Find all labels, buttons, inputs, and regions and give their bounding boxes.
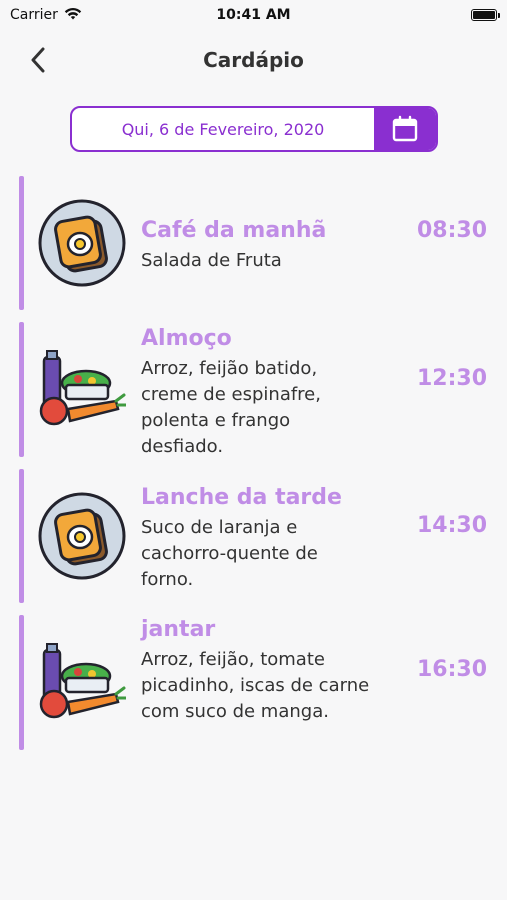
- meal-title: Almoço: [141, 326, 232, 351]
- groceries-icon: [37, 637, 127, 727]
- back-button[interactable]: [22, 44, 54, 76]
- meal-item-lunch[interactable]: Almoço Arroz, feijão batido, creme de es…: [19, 322, 507, 457]
- meal-time: 16:30: [416, 657, 487, 682]
- meal-item-breakfast[interactable]: Café da manhã Salada de Fruta 08:30: [19, 176, 507, 310]
- status-left: Carrier: [10, 7, 150, 24]
- meal-accent-bar: [19, 469, 24, 603]
- meal-description: Suco de laranja e cachorro-quente de for…: [141, 517, 318, 590]
- meal-body: Lanche da tarde Suco de laranja e cachor…: [141, 483, 371, 593]
- meal-body: jantar Arroz, feijão, tomate picadinho, …: [141, 615, 371, 725]
- meal-description: Salada de Fruta: [141, 250, 282, 271]
- nav-header: Cardápio: [0, 40, 507, 80]
- calendar-button[interactable]: [374, 108, 436, 150]
- toast-egg-icon: [37, 198, 127, 288]
- meal-item-dinner[interactable]: jantar Arroz, feijão, tomate picadinho, …: [19, 615, 507, 750]
- chevron-left-icon: [31, 47, 45, 73]
- meal-title: Lanche da tarde: [141, 485, 342, 510]
- meal-time: 12:30: [416, 366, 487, 391]
- meal-title: Café da manhã: [141, 218, 327, 243]
- wifi-icon: [64, 7, 82, 24]
- toast-egg-icon: [37, 491, 127, 581]
- meal-description: Arroz, feijão, tomate picadinho, iscas d…: [141, 649, 370, 722]
- groceries-icon: [37, 344, 127, 434]
- battery-icon: [471, 9, 500, 21]
- meal-accent-bar: [19, 615, 24, 750]
- meal-accent-bar: [19, 322, 24, 457]
- date-picker[interactable]: Qui, 6 de Fevereiro, 2020: [70, 106, 438, 152]
- status-bar: Carrier 10:41 AM: [0, 0, 507, 30]
- status-right: [357, 9, 500, 21]
- meal-body: Almoço Arroz, feijão batido, creme de es…: [141, 324, 371, 460]
- meal-accent-bar: [19, 176, 24, 310]
- meal-time: 08:30: [416, 218, 487, 243]
- selected-date[interactable]: Qui, 6 de Fevereiro, 2020: [72, 108, 374, 150]
- carrier-label: Carrier: [10, 7, 58, 23]
- calendar-icon: [392, 115, 418, 142]
- meal-item-afternoon-snack[interactable]: Lanche da tarde Suco de laranja e cachor…: [19, 469, 507, 603]
- meal-time: 14:30: [416, 513, 487, 538]
- meal-body: Café da manhã Salada de Fruta: [141, 216, 371, 274]
- status-time: 10:41 AM: [216, 7, 291, 23]
- page-title: Cardápio: [203, 48, 304, 72]
- meal-list: Café da manhã Salada de Fruta 08:30 Almo…: [0, 176, 507, 750]
- meal-title: jantar: [141, 617, 216, 642]
- meal-description: Arroz, feijão batido, creme de espinafre…: [141, 358, 321, 457]
